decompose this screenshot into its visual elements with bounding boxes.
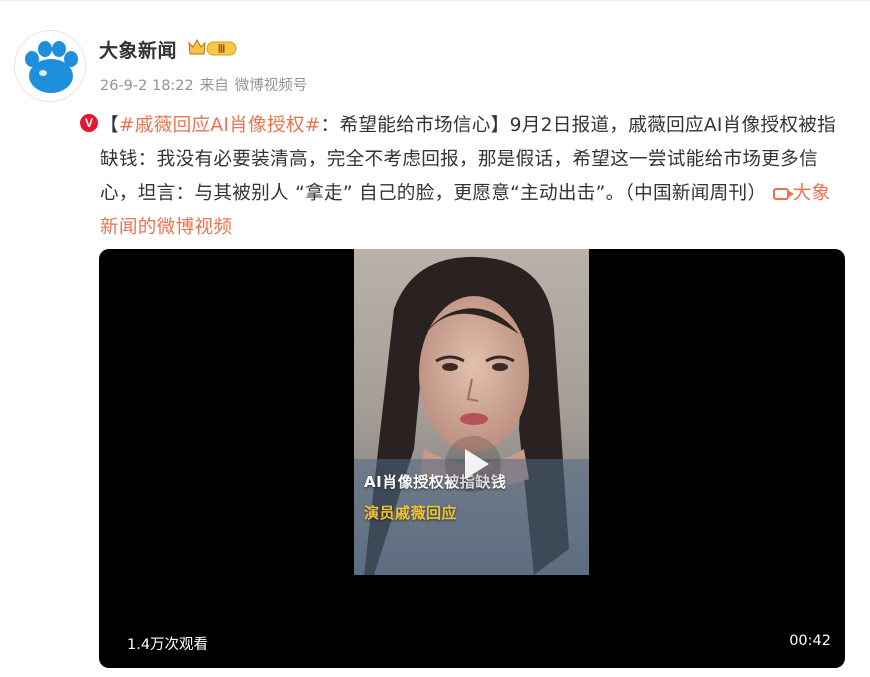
- post-text: 【#戚薇回应AI肖像授权#：希望能给市场信心】9月2日报道，戚薇回应AI肖像授权…: [100, 109, 845, 245]
- play-icon[interactable]: [444, 435, 502, 493]
- hashtag-link[interactable]: #戚薇回应AI肖像授权#: [119, 115, 321, 136]
- elephant-paw-logo-icon: [25, 41, 78, 93]
- post-source[interactable]: 微博视频号: [235, 78, 308, 94]
- username[interactable]: 大象新闻: [99, 36, 177, 63]
- video-duration: 00:42: [789, 633, 831, 649]
- post-meta: 26-9-2 18:22 来自 微博视频号: [100, 74, 313, 95]
- post-time[interactable]: 26-9-2 18:22: [100, 78, 194, 94]
- open-bracket: 【: [100, 115, 119, 136]
- top-divider: [0, 0, 870, 1]
- video-thumbnail: AI肖像授权被指缺钱 演员戚薇回应: [354, 249, 589, 575]
- source-prefix: 来自: [199, 78, 229, 94]
- view-count: 1.4万次观看: [127, 637, 209, 653]
- vip-level-label: Ⅲ: [218, 44, 226, 56]
- video-camera-icon: [772, 188, 794, 200]
- video-player[interactable]: AI肖像授权被指缺钱 演员戚薇回应 1.4万次观看 00:42: [99, 249, 845, 668]
- avatar[interactable]: V: [14, 30, 100, 134]
- headline-text: ：希望能给市场信心】: [320, 115, 510, 136]
- crown-vip-icon[interactable]: Ⅲ: [188, 37, 238, 59]
- verified-badge: V: [78, 112, 100, 134]
- portrait-thumbnail-image: [354, 249, 589, 575]
- video-caption-line2: 演员戚薇回应: [364, 504, 458, 522]
